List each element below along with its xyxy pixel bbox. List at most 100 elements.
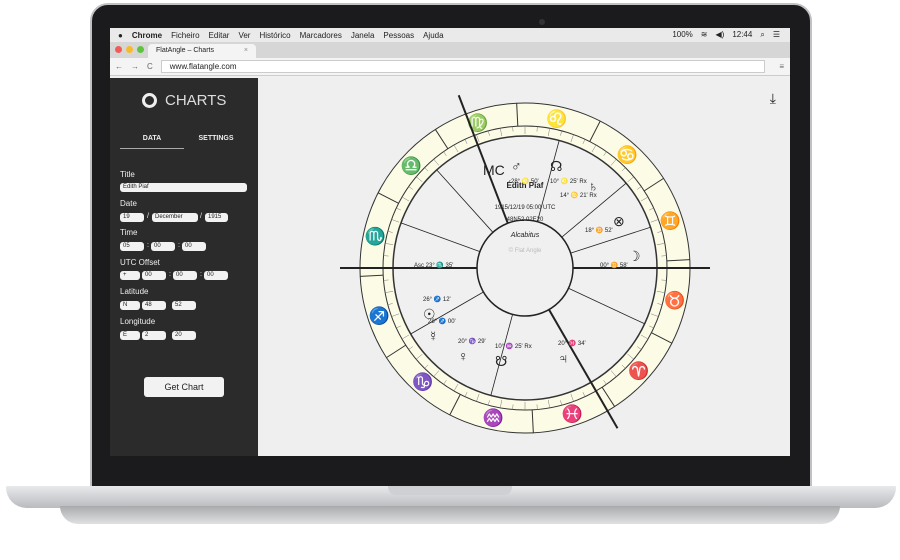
year-input[interactable]: 1915 xyxy=(205,213,228,222)
natal-chart-wheel: ♍ ♌ ♋ ♊ ♉ ♈ ♓ ♒ ♑ ♐ ♏ ♎ xyxy=(340,94,710,434)
minimize-window-button[interactable] xyxy=(126,46,133,53)
month-select[interactable]: December xyxy=(152,213,198,222)
wifi-icon[interactable]: ≋ xyxy=(701,30,708,40)
longitude-dir-select[interactable]: E xyxy=(120,331,140,340)
menu-app[interactable]: Chrome xyxy=(132,31,162,40)
planet-glyph: ⊗ xyxy=(613,213,625,229)
chart-coords: 48N52 02E20 xyxy=(506,217,544,223)
midheaven-label: MC xyxy=(483,162,505,178)
utc-hour-input[interactable]: 00 xyxy=(142,271,166,280)
chart-system: Alcabitus xyxy=(510,232,540,239)
utc-minute-input[interactable]: 00 xyxy=(173,271,197,280)
planet-glyph: ♀ xyxy=(458,348,469,364)
time-sep: : xyxy=(178,242,180,249)
tab-bar: FlatAngle – Charts × xyxy=(110,42,790,58)
menu-editar[interactable]: Editar xyxy=(209,31,230,40)
back-icon[interactable]: ← xyxy=(115,62,123,71)
planet-glyph: ☿ xyxy=(428,328,439,344)
utc-label: UTC Offset xyxy=(120,258,160,267)
zodiac-sign: ♋ xyxy=(617,144,638,164)
planet-position: 10° ♒ 25' Rx xyxy=(495,344,532,350)
ascendant-label: Asc 23° ♏ 35' xyxy=(414,263,454,269)
menu-marcadores[interactable]: Marcadores xyxy=(300,31,342,40)
zodiac-sign: ♉ xyxy=(664,290,685,310)
latitude-dir-select[interactable]: N xyxy=(120,301,140,310)
zodiac-sign: ♌ xyxy=(546,108,567,128)
menu-historico[interactable]: Histórico xyxy=(259,31,290,40)
title-label: Title xyxy=(120,170,135,179)
longitude-min-input[interactable]: 20 xyxy=(172,331,196,340)
tab-data[interactable]: DATA xyxy=(120,135,184,149)
zodiac-sign: ♍ xyxy=(467,112,488,132)
reload-icon[interactable]: C xyxy=(147,62,153,71)
logo: CHARTS xyxy=(142,92,226,109)
day-input[interactable]: 19 xyxy=(120,213,144,222)
zodiac-sign: ♊ xyxy=(660,211,681,231)
zodiac-sign: ♑ xyxy=(412,372,433,392)
chart-credit: © Flat Angle xyxy=(508,248,542,254)
longitude-label: Longitude xyxy=(120,317,156,326)
apple-icon[interactable]: ● xyxy=(118,31,123,40)
url-input[interactable]: www.flatangle.com xyxy=(160,60,766,73)
laptop-notch xyxy=(388,486,512,495)
planet-glyph: ☊ xyxy=(550,158,563,174)
title-input[interactable]: Édith Piaf xyxy=(120,183,247,192)
chart-datetime: 1915/12/19 05:00 UTC xyxy=(494,205,556,211)
menu-janela[interactable]: Janela xyxy=(351,31,375,40)
tab-settings[interactable]: SETTINGS xyxy=(184,135,248,149)
zodiac-sign: ♒ xyxy=(483,408,504,428)
second-input[interactable]: 00 xyxy=(182,242,206,251)
menu-icon[interactable]: ≡ xyxy=(779,62,784,71)
browser-tab[interactable]: FlatAngle – Charts × xyxy=(148,44,256,58)
planet-position: 14° ♋ 21' Rx xyxy=(560,193,597,199)
planet-glyph: ♂ xyxy=(511,158,522,174)
latitude-min-input[interactable]: 52 xyxy=(172,301,196,310)
get-chart-button[interactable]: Get Chart xyxy=(144,377,224,397)
sidebar: CHARTS DATA SETTINGS Title Édith Piaf Dat… xyxy=(110,78,258,456)
minute-input[interactable]: 00 xyxy=(151,242,175,251)
volume-icon[interactable]: ◀) xyxy=(715,30,724,40)
zodiac-sign: ♐ xyxy=(369,305,390,325)
menu-ver[interactable]: Ver xyxy=(238,31,250,40)
time-sep: : xyxy=(147,242,149,249)
planet-position: 28° ♐ 00' xyxy=(428,319,456,325)
planet-position: 10° ♌ 25' Rx xyxy=(550,179,587,185)
forward-icon[interactable]: → xyxy=(131,62,139,71)
battery-status[interactable]: 100% xyxy=(672,30,692,40)
tab-title: FlatAngle – Charts xyxy=(156,47,214,54)
zodiac-sign: ♏ xyxy=(365,226,386,246)
planet-position: 20° ♑ 29' xyxy=(458,339,486,345)
zodiac-sign: ♓ xyxy=(562,404,583,424)
planet-position: 28° ♌ 50' xyxy=(511,179,539,185)
menu-ajuda[interactable]: Ajuda xyxy=(423,31,443,40)
planet-glyph: ☋ xyxy=(495,353,508,369)
planet-position: 20° ♓ 34' xyxy=(558,341,586,347)
clock[interactable]: 12:44 xyxy=(732,30,752,40)
hour-input[interactable]: 05 xyxy=(120,242,144,251)
date-sep: / xyxy=(200,213,202,220)
laptop-base-bottom xyxy=(60,506,840,524)
utc-sep: : xyxy=(169,271,171,278)
planet-position: 00° ♊ 58' xyxy=(600,263,628,269)
logo-text: CHARTS xyxy=(165,92,227,109)
search-icon[interactable]: ⌕ xyxy=(760,30,764,40)
list-icon[interactable]: ☰ xyxy=(773,30,780,40)
utc-second-input[interactable]: 00 xyxy=(204,271,228,280)
planet-position: 26° ♐ 12' xyxy=(423,297,451,303)
zodiac-sign: ♈ xyxy=(628,360,649,380)
menu-pessoas[interactable]: Pessoas xyxy=(383,31,414,40)
date-sep: / xyxy=(147,213,149,220)
longitude-deg-input[interactable]: 2 xyxy=(142,331,166,340)
planet-glyph: ♃ xyxy=(558,350,569,366)
menu-ficheiro[interactable]: Ficheiro xyxy=(171,31,199,40)
close-window-button[interactable] xyxy=(115,46,122,53)
latitude-label: Latitude xyxy=(120,287,149,296)
utc-sign-select[interactable]: + xyxy=(120,271,140,280)
latitude-deg-input[interactable]: 48 xyxy=(142,301,166,310)
planet-position: 18° ♊ 52' xyxy=(585,228,613,234)
zoom-window-button[interactable] xyxy=(137,46,144,53)
address-bar-row: ← → C www.flatangle.com ≡ xyxy=(110,58,790,76)
mac-menubar: ● Chrome Ficheiro Editar Ver Histórico M… xyxy=(110,28,790,42)
close-tab-icon[interactable]: × xyxy=(244,47,248,54)
logo-icon xyxy=(142,93,157,108)
